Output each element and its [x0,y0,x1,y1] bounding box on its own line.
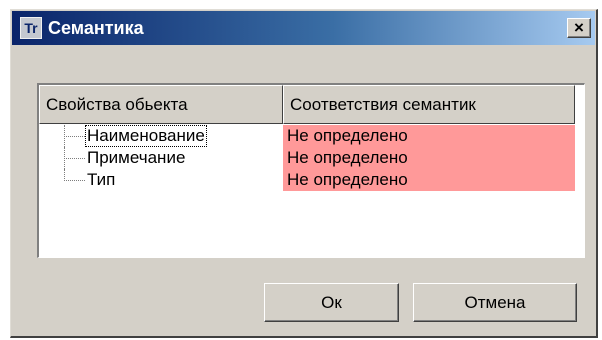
property-name[interactable]: Примечание [85,147,187,169]
semantics-table[interactable]: Свойства обьекта Соответствия семантик Н… [37,83,585,258]
semantic-match-value[interactable]: Не определено [283,125,575,147]
property-name[interactable]: Тип [85,169,117,191]
window-title: Семантика [48,18,144,38]
ok-button[interactable]: Ок [264,283,399,322]
app-icon: Tr [20,17,42,39]
close-icon: × [574,18,584,37]
property-name[interactable]: Наименование [85,125,207,147]
tree-connector [64,136,85,137]
semantics-dialog: Tr Семантика × Свойства обьекта Соответс… [10,9,598,338]
title-bar[interactable]: Tr Семантика × [12,11,595,45]
column-header-object-properties[interactable]: Свойства обьекта [39,85,283,124]
semantic-match-value[interactable]: Не определено [283,147,575,169]
cancel-button[interactable]: Отмена [413,283,577,322]
column-header-semantic-matches[interactable]: Соответствия семантик [283,85,575,124]
tree-connector [64,180,85,181]
close-button[interactable]: × [567,18,591,38]
tree-connector [64,158,85,159]
semantic-match-value[interactable]: Не определено [283,169,575,191]
